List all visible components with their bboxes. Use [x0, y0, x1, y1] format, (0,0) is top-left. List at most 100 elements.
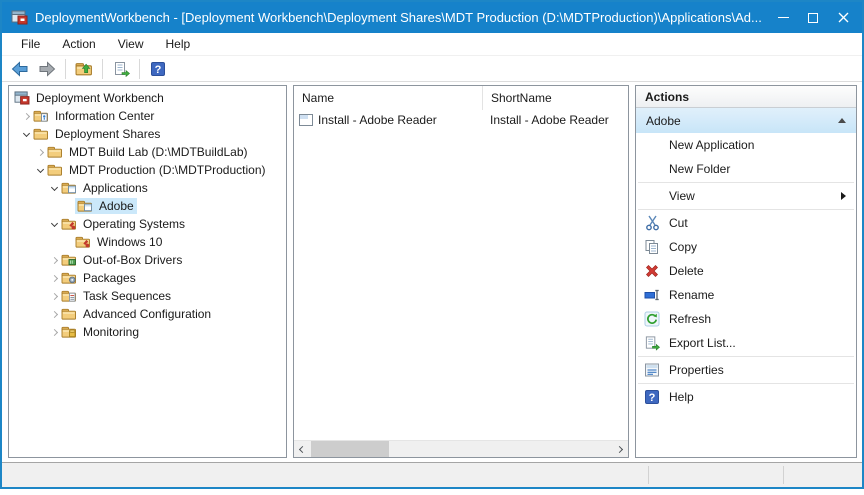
- menu-view[interactable]: View: [107, 34, 155, 54]
- tree-item-label: Applications: [83, 181, 148, 195]
- export-list-button[interactable]: [109, 58, 133, 80]
- actions-separator: [638, 383, 854, 384]
- menu-help[interactable]: Help: [155, 34, 202, 54]
- tree-item-mdt-build-lab[interactable]: MDT Build Lab (D:\MDTBuildLab): [9, 143, 286, 161]
- action-label: Properties: [669, 363, 724, 377]
- action-cut[interactable]: Cut: [636, 211, 856, 235]
- menu-action[interactable]: Action: [51, 34, 106, 54]
- expander-collapsed-icon[interactable]: [47, 258, 61, 263]
- action-properties[interactable]: Properties: [636, 358, 856, 382]
- scrollbar-track[interactable]: [311, 441, 611, 457]
- application-window-icon: [299, 114, 313, 126]
- main-area: Deployment Workbench Information Center …: [2, 82, 862, 462]
- tree-item-information-center[interactable]: Information Center: [9, 107, 286, 125]
- tree-item-label: Advanced Configuration: [83, 307, 211, 321]
- list-header: Name ShortName: [294, 86, 628, 110]
- tree-item-task-sequences[interactable]: Task Sequences: [9, 287, 286, 305]
- action-label: New Folder: [669, 162, 730, 176]
- list-row-install-adobe-reader[interactable]: Install - Adobe Reader Install - Adobe R…: [294, 110, 628, 130]
- expander-expanded-icon[interactable]: [33, 169, 47, 172]
- tree-item-label: MDT Production (D:\MDTProduction): [69, 163, 266, 177]
- toolbar: [2, 55, 862, 82]
- forward-button[interactable]: [35, 58, 59, 80]
- tree-item-label: Deployment Workbench: [36, 91, 164, 105]
- submenu-arrow-icon: [841, 192, 846, 200]
- tree-item-label: Windows 10: [97, 235, 162, 249]
- tree-item-monitoring[interactable]: Monitoring: [9, 323, 286, 341]
- folder-os-icon: [61, 217, 78, 231]
- minimize-button[interactable]: [768, 2, 798, 33]
- action-delete[interactable]: Delete: [636, 259, 856, 283]
- action-help[interactable]: Help: [636, 385, 856, 409]
- action-label: View: [669, 189, 695, 203]
- help-button[interactable]: [146, 58, 170, 80]
- action-label: Help: [669, 390, 694, 404]
- column-header-name[interactable]: Name: [294, 86, 482, 110]
- expander-collapsed-icon[interactable]: [47, 312, 61, 317]
- toolbar-separator: [102, 59, 103, 79]
- expander-collapsed-icon[interactable]: [47, 276, 61, 281]
- action-view[interactable]: View: [636, 184, 856, 208]
- actions-separator: [638, 182, 854, 183]
- action-copy[interactable]: Copy: [636, 235, 856, 259]
- tree-item-label: Adobe: [99, 199, 134, 213]
- tree-item-windows-10[interactable]: Windows 10: [9, 233, 286, 251]
- tree-item-label: MDT Build Lab (D:\MDTBuildLab): [69, 145, 248, 159]
- close-button[interactable]: [828, 2, 858, 33]
- menu-file[interactable]: File: [10, 34, 51, 54]
- mmc-console-icon: [11, 10, 28, 25]
- export-list-icon: [644, 335, 660, 351]
- action-rename[interactable]: Rename: [636, 283, 856, 307]
- action-refresh[interactable]: Refresh: [636, 307, 856, 331]
- selected-highlight: Adobe: [75, 198, 137, 214]
- delete-icon: [644, 263, 660, 279]
- console-root-icon: [14, 91, 31, 105]
- actions-group-adobe[interactable]: Adobe: [636, 108, 856, 133]
- action-export-list[interactable]: Export List...: [636, 331, 856, 355]
- expander-collapsed-icon[interactable]: [47, 330, 61, 335]
- result-list-pane: Name ShortName Install - Adobe Reader In…: [293, 85, 629, 458]
- refresh-icon: [644, 311, 660, 327]
- actions-separator: [638, 356, 854, 357]
- folder-plain-icon: [61, 307, 78, 321]
- console-tree-pane: Deployment Workbench Information Center …: [8, 85, 287, 458]
- scroll-right-button[interactable]: [611, 441, 628, 458]
- maximize-button[interactable]: [798, 2, 828, 33]
- tree-item-deployment-workbench[interactable]: Deployment Workbench: [9, 89, 286, 107]
- folder-icon: [33, 127, 50, 141]
- expander-expanded-icon[interactable]: [19, 133, 33, 136]
- action-new-application[interactable]: New Application: [636, 133, 856, 157]
- scrollbar-thumb[interactable]: [311, 441, 389, 458]
- actions-group-label: Adobe: [646, 114, 681, 128]
- collapse-group-icon[interactable]: [838, 118, 846, 123]
- action-label: Cut: [669, 216, 688, 230]
- folder-drivers-icon: [61, 253, 78, 267]
- tree-item-adobe[interactable]: Adobe: [9, 197, 286, 215]
- tree-item-advanced-configuration[interactable]: Advanced Configuration: [9, 305, 286, 323]
- actions-pane: Actions Adobe New Application New Folder…: [635, 85, 857, 458]
- tree-item-packages[interactable]: Packages: [9, 269, 286, 287]
- back-button[interactable]: [8, 58, 32, 80]
- expander-collapsed-icon[interactable]: [19, 114, 33, 119]
- action-label: Delete: [669, 264, 704, 278]
- column-header-shortname[interactable]: ShortName: [482, 86, 628, 110]
- status-segment: [784, 463, 862, 487]
- expander-expanded-icon[interactable]: [47, 223, 61, 226]
- expander-collapsed-icon[interactable]: [47, 294, 61, 299]
- tree-item-deployment-shares[interactable]: Deployment Shares: [9, 125, 286, 143]
- horizontal-scrollbar[interactable]: [294, 440, 628, 457]
- copy-icon: [644, 239, 660, 255]
- tree-item-out-of-box-drivers[interactable]: Out-of-Box Drivers: [9, 251, 286, 269]
- tree-item-mdt-production[interactable]: MDT Production (D:\MDTProduction): [9, 161, 286, 179]
- expander-expanded-icon[interactable]: [47, 187, 61, 190]
- action-new-folder[interactable]: New Folder: [636, 157, 856, 181]
- up-one-level-button[interactable]: [72, 58, 96, 80]
- tree-item-operating-systems[interactable]: Operating Systems: [9, 215, 286, 233]
- scroll-left-button[interactable]: [294, 441, 311, 458]
- expander-collapsed-icon[interactable]: [33, 150, 47, 155]
- action-label: Export List...: [669, 336, 736, 350]
- titlebar: DeploymentWorkbench - [Deployment Workbe…: [2, 2, 862, 33]
- tree-item-applications[interactable]: Applications: [9, 179, 286, 197]
- action-label: Copy: [669, 240, 697, 254]
- app-window: DeploymentWorkbench - [Deployment Workbe…: [0, 0, 864, 489]
